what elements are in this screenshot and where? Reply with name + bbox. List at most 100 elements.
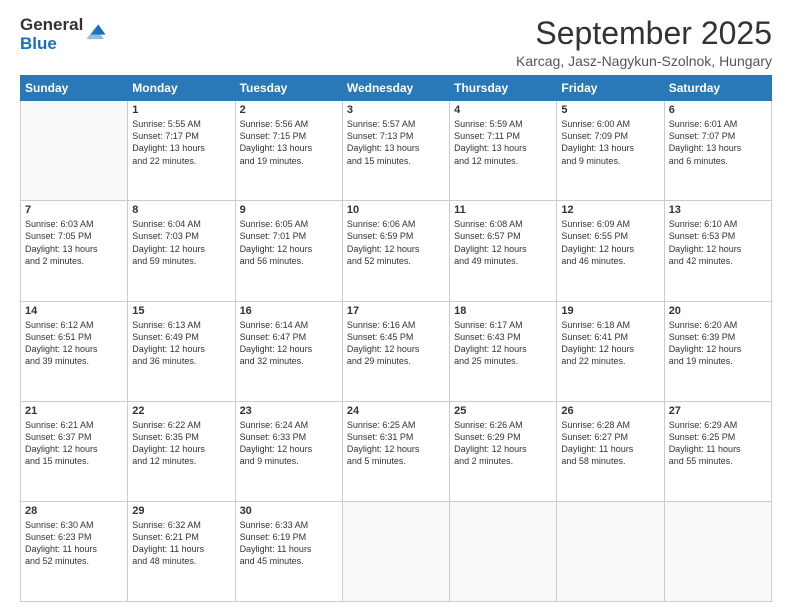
day-info: Sunrise: 6:18 AMSunset: 6:41 PMDaylight:… bbox=[561, 319, 659, 368]
day-info: Sunrise: 6:29 AMSunset: 6:25 PMDaylight:… bbox=[669, 419, 767, 468]
day-number: 16 bbox=[240, 305, 338, 317]
page-header: General Blue September 2025 Karcag, Jasz… bbox=[20, 16, 772, 69]
day-info: Sunrise: 6:08 AMSunset: 6:57 PMDaylight:… bbox=[454, 218, 552, 267]
day-number: 28 bbox=[25, 505, 123, 517]
day-info: Sunrise: 6:21 AMSunset: 6:37 PMDaylight:… bbox=[25, 419, 123, 468]
calendar-cell bbox=[557, 501, 664, 601]
month-title: September 2025 bbox=[516, 16, 772, 51]
day-info: Sunrise: 6:26 AMSunset: 6:29 PMDaylight:… bbox=[454, 419, 552, 468]
weekday-header-wednesday: Wednesday bbox=[342, 76, 449, 101]
day-number: 13 bbox=[669, 204, 767, 216]
calendar-cell: 14 Sunrise: 6:12 AMSunset: 6:51 PMDayligh… bbox=[21, 301, 128, 401]
day-number: 19 bbox=[561, 305, 659, 317]
day-info: Sunrise: 6:04 AMSunset: 7:03 PMDaylight:… bbox=[132, 218, 230, 267]
day-number: 30 bbox=[240, 505, 338, 517]
calendar-cell: 28 Sunrise: 6:30 AMSunset: 6:23 PMDayligh… bbox=[21, 501, 128, 601]
calendar-cell bbox=[450, 501, 557, 601]
day-number: 25 bbox=[454, 405, 552, 417]
day-number: 8 bbox=[132, 204, 230, 216]
day-info: Sunrise: 6:06 AMSunset: 6:59 PMDaylight:… bbox=[347, 218, 445, 267]
calendar-cell: 19 Sunrise: 6:18 AMSunset: 6:41 PMDayligh… bbox=[557, 301, 664, 401]
calendar-cell: 4 Sunrise: 5:59 AMSunset: 7:11 PMDaylight… bbox=[450, 101, 557, 201]
logo-area: General Blue bbox=[20, 16, 107, 53]
day-number: 10 bbox=[347, 204, 445, 216]
day-number: 12 bbox=[561, 204, 659, 216]
day-info: Sunrise: 6:05 AMSunset: 7:01 PMDaylight:… bbox=[240, 218, 338, 267]
day-number: 27 bbox=[669, 405, 767, 417]
day-info: Sunrise: 6:17 AMSunset: 6:43 PMDaylight:… bbox=[454, 319, 552, 368]
calendar-cell: 6Sunrise: 6:01 AMSunset: 7:07 PMDaylight… bbox=[664, 101, 771, 201]
day-info: Sunrise: 6:22 AMSunset: 6:35 PMDaylight:… bbox=[132, 419, 230, 468]
day-number: 22 bbox=[132, 405, 230, 417]
day-number: 15 bbox=[132, 305, 230, 317]
calendar-table: SundayMondayTuesdayWednesdayThursdayFrid… bbox=[20, 75, 772, 602]
location: Karcag, Jasz-Nagykun-Szolnok, Hungary bbox=[516, 53, 772, 69]
logo: General Blue bbox=[20, 16, 107, 53]
day-info: Sunrise: 6:25 AMSunset: 6:31 PMDaylight:… bbox=[347, 419, 445, 468]
day-number: 29 bbox=[132, 505, 230, 517]
logo-text: General Blue bbox=[20, 16, 83, 53]
calendar-cell bbox=[342, 501, 449, 601]
day-info: Sunrise: 6:13 AMSunset: 6:49 PMDaylight:… bbox=[132, 319, 230, 368]
calendar-cell: 18Sunrise: 6:17 AMSunset: 6:43 PMDayligh… bbox=[450, 301, 557, 401]
day-info: Sunrise: 6:32 AMSunset: 6:21 PMDaylight:… bbox=[132, 519, 230, 568]
day-number: 20 bbox=[669, 305, 767, 317]
day-number: 24 bbox=[347, 405, 445, 417]
day-info: Sunrise: 5:57 AMSunset: 7:13 PMDaylight:… bbox=[347, 118, 445, 167]
calendar-cell: 5 Sunrise: 6:00 AMSunset: 7:09 PMDaylight… bbox=[557, 101, 664, 201]
calendar-cell: 3 Sunrise: 5:57 AMSunset: 7:13 PMDaylight… bbox=[342, 101, 449, 201]
day-info: Sunrise: 5:55 AMSunset: 7:17 PMDaylight:… bbox=[132, 118, 230, 167]
calendar-cell: 20 Sunrise: 6:20 AMSunset: 6:39 PMDayligh… bbox=[664, 301, 771, 401]
day-info: Sunrise: 6:14 AMSunset: 6:47 PMDaylight:… bbox=[240, 319, 338, 368]
calendar-cell bbox=[21, 101, 128, 201]
day-number: 2 bbox=[240, 104, 338, 116]
calendar-cell: 15 Sunrise: 6:13 AMSunset: 6:49 PMDayligh… bbox=[128, 301, 235, 401]
weekday-header-row: SundayMondayTuesdayWednesdayThursdayFrid… bbox=[21, 76, 772, 101]
calendar-cell: 24 Sunrise: 6:25 AMSunset: 6:31 PMDayligh… bbox=[342, 401, 449, 501]
calendar-cell bbox=[664, 501, 771, 601]
day-info: Sunrise: 6:24 AMSunset: 6:33 PMDaylight:… bbox=[240, 419, 338, 468]
logo-blue: Blue bbox=[20, 35, 83, 54]
day-number: 14 bbox=[25, 305, 123, 317]
calendar-cell: 16 Sunrise: 6:14 AMSunset: 6:47 PMDayligh… bbox=[235, 301, 342, 401]
day-number: 5 bbox=[561, 104, 659, 116]
calendar-cell: 21Sunrise: 6:21 AMSunset: 6:37 PMDayligh… bbox=[21, 401, 128, 501]
day-number: 1 bbox=[132, 104, 230, 116]
day-info: Sunrise: 6:33 AMSunset: 6:19 PMDaylight:… bbox=[240, 519, 338, 568]
calendar-cell: 23 Sunrise: 6:24 AMSunset: 6:33 PMDayligh… bbox=[235, 401, 342, 501]
day-info: Sunrise: 6:28 AMSunset: 6:27 PMDaylight:… bbox=[561, 419, 659, 468]
day-info: Sunrise: 6:10 AMSunset: 6:53 PMDaylight:… bbox=[669, 218, 767, 267]
day-info: Sunrise: 6:20 AMSunset: 6:39 PMDaylight:… bbox=[669, 319, 767, 368]
calendar-cell: 2Sunrise: 5:56 AMSunset: 7:15 PMDaylight… bbox=[235, 101, 342, 201]
calendar-week-row: 7Sunrise: 6:03 AMSunset: 7:05 PMDaylight… bbox=[21, 201, 772, 301]
calendar-cell: 10 Sunrise: 6:06 AMSunset: 6:59 PMDayligh… bbox=[342, 201, 449, 301]
calendar-cell: 17Sunrise: 6:16 AMSunset: 6:45 PMDayligh… bbox=[342, 301, 449, 401]
logo-general: General bbox=[20, 16, 83, 35]
calendar-week-row: 1 Sunrise: 5:55 AMSunset: 7:17 PMDaylight… bbox=[21, 101, 772, 201]
day-info: Sunrise: 5:59 AMSunset: 7:11 PMDaylight:… bbox=[454, 118, 552, 167]
weekday-header-friday: Friday bbox=[557, 76, 664, 101]
day-number: 17 bbox=[347, 305, 445, 317]
calendar-week-row: 28 Sunrise: 6:30 AMSunset: 6:23 PMDayligh… bbox=[21, 501, 772, 601]
day-info: Sunrise: 6:30 AMSunset: 6:23 PMDaylight:… bbox=[25, 519, 123, 568]
calendar-cell: 7Sunrise: 6:03 AMSunset: 7:05 PMDaylight… bbox=[21, 201, 128, 301]
calendar-cell: 27 Sunrise: 6:29 AMSunset: 6:25 PMDayligh… bbox=[664, 401, 771, 501]
calendar-cell: 22 Sunrise: 6:22 AMSunset: 6:35 PMDayligh… bbox=[128, 401, 235, 501]
day-number: 23 bbox=[240, 405, 338, 417]
day-number: 7 bbox=[25, 204, 123, 216]
day-info: Sunrise: 6:01 AMSunset: 7:07 PMDaylight:… bbox=[669, 118, 767, 167]
day-number: 3 bbox=[347, 104, 445, 116]
weekday-header-monday: Monday bbox=[128, 76, 235, 101]
calendar-cell: 9Sunrise: 6:05 AMSunset: 7:01 PMDaylight… bbox=[235, 201, 342, 301]
day-info: Sunrise: 6:12 AMSunset: 6:51 PMDaylight:… bbox=[25, 319, 123, 368]
calendar-cell: 30 Sunrise: 6:33 AMSunset: 6:19 PMDayligh… bbox=[235, 501, 342, 601]
day-info: Sunrise: 6:00 AMSunset: 7:09 PMDaylight:… bbox=[561, 118, 659, 167]
weekday-header-sunday: Sunday bbox=[21, 76, 128, 101]
day-number: 4 bbox=[454, 104, 552, 116]
weekday-header-saturday: Saturday bbox=[664, 76, 771, 101]
calendar-cell: 26Sunrise: 6:28 AMSunset: 6:27 PMDayligh… bbox=[557, 401, 664, 501]
calendar-week-row: 14 Sunrise: 6:12 AMSunset: 6:51 PMDayligh… bbox=[21, 301, 772, 401]
title-area: September 2025 Karcag, Jasz-Nagykun-Szol… bbox=[516, 16, 772, 69]
calendar-cell: 1 Sunrise: 5:55 AMSunset: 7:17 PMDaylight… bbox=[128, 101, 235, 201]
calendar-cell: 12Sunrise: 6:09 AMSunset: 6:55 PMDayligh… bbox=[557, 201, 664, 301]
